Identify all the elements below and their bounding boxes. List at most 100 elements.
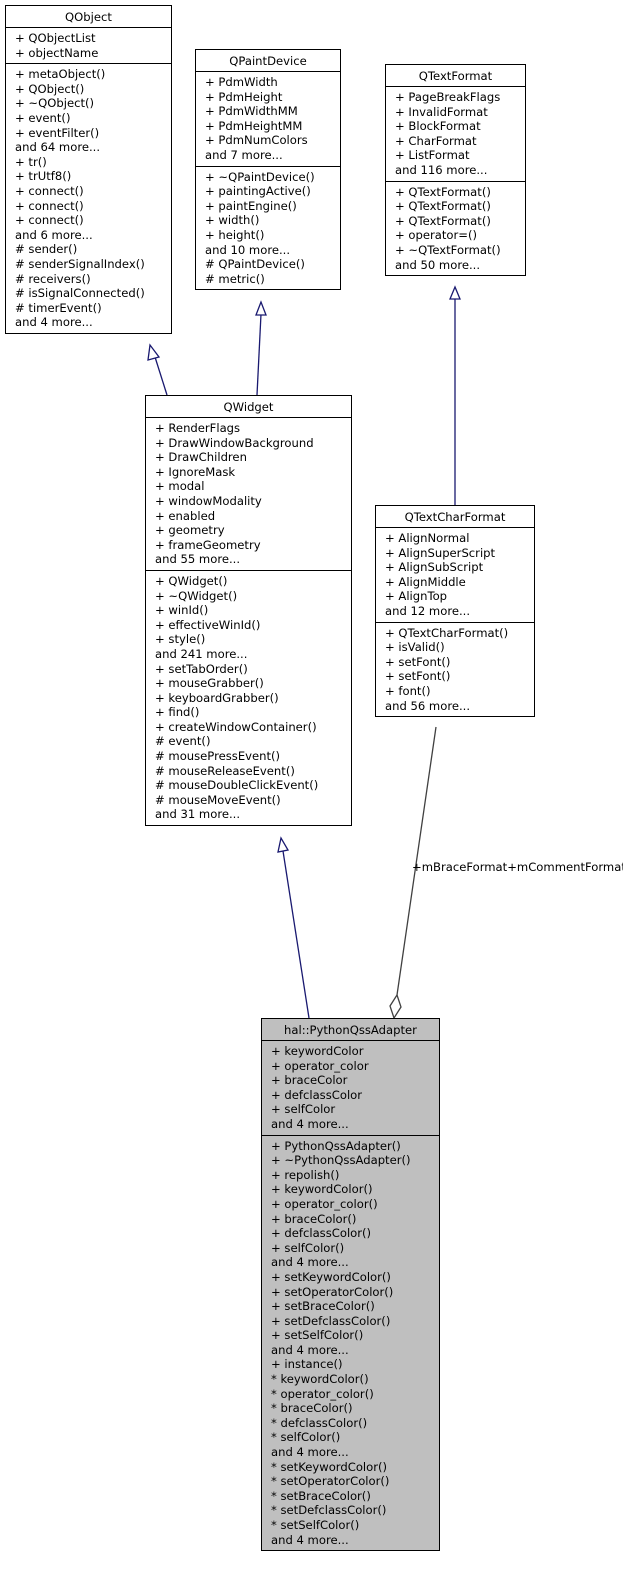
methods-section: + QWidget() + ~QWidget() + winId() + effect… (146, 569, 351, 825)
member-entry: + operator_color() (271, 1196, 378, 1211)
member-entry: + instance() (271, 1357, 343, 1372)
more-members-note: and 50 more... (395, 257, 481, 272)
class-pythonqssadapter[interactable]: hal::PythonQssAdapter + keywordColor + op… (261, 1018, 440, 1552)
member-entry: + selfColor() (271, 1240, 345, 1255)
more-members-note: and 64 more... (15, 140, 101, 155)
member-entry: # senderSignalIndex() (15, 256, 145, 271)
member-entry: + ~QWidget() (155, 588, 238, 603)
member-entry: + setSelfColor() (271, 1328, 364, 1343)
more-members-note: and 4 more... (271, 1116, 349, 1131)
member-entry: + metaObject() (15, 67, 106, 82)
member-entry: + ~QPaintDevice() (205, 169, 315, 184)
member-entry: + event() (15, 110, 71, 125)
class-title: QTextCharFormat (376, 506, 534, 528)
member-entry: + geometry (155, 523, 225, 538)
member-entry: + RenderFlags (155, 421, 241, 435)
member-entry: + windowModality (155, 493, 262, 508)
member-entry: + connect() (15, 213, 84, 228)
member-entry: + tr() (15, 154, 47, 169)
inheritance-arrowhead-qpaintdevice (255, 300, 267, 316)
member-entry: + PageBreakFlags (395, 90, 501, 104)
member-entry: + AlignSuperScript (385, 545, 496, 560)
member-entry: # mouseDoubleClickEvent() (155, 778, 319, 793)
member-entry: + braceColor (271, 1073, 348, 1088)
member-entry: + setFont() (385, 654, 451, 669)
member-entry: + setTabOrder() (155, 661, 248, 676)
member-entry: + ListFormat (395, 148, 470, 163)
member-entry: + setKeywordColor() (271, 1269, 391, 1284)
aggregation-edge-labels: +mBraceFormat+mCommentFormat+mDefclassFo… (412, 860, 623, 875)
member-entry: + defclassColor() (271, 1226, 372, 1241)
member-entry: # mouseMoveEvent() (155, 792, 281, 807)
member-entry: * defclassColor() (271, 1415, 368, 1430)
member-entry: + repolish() (271, 1167, 340, 1182)
member-entry: * setSelfColor() (271, 1518, 360, 1532)
member-entry: + paintEngine() (205, 198, 297, 213)
member-entry: * setKeywordColor() (271, 1459, 388, 1474)
member-entry: + style() (155, 632, 206, 647)
member-entry: + DrawWindowBackground (155, 435, 314, 450)
member-entry: + PdmWidthMM (205, 104, 298, 119)
member-entry: + createWindowContainer() (155, 719, 317, 734)
member-entry: + paintingActive() (205, 184, 311, 199)
member-entry: + isValid() (385, 640, 445, 655)
member-entry: * setDefclassColor() (271, 1503, 387, 1518)
member-entry: + connect() (15, 198, 84, 213)
methods-section: + PythonQssAdapter() + ~PythonQssAdapter(… (262, 1134, 439, 1551)
member-entry: + QTextFormat() (395, 199, 491, 214)
member-entry: + PdmNumColors (205, 133, 308, 148)
member-entry: + PdmHeightMM (205, 118, 303, 133)
member-entry: * setBraceColor() (271, 1488, 371, 1503)
member-entry: +mCommentFormat (507, 860, 623, 874)
member-entry: + QObjectList (15, 31, 96, 45)
member-entry: + keywordColor (271, 1044, 364, 1058)
member-entry: # metric() (205, 271, 265, 286)
member-entry: # sender() (15, 242, 78, 257)
member-entry: # timerEvent() (15, 300, 102, 315)
aggregation-diamond (389, 993, 402, 1020)
member-entry: # mousePressEvent() (155, 749, 281, 764)
more-members-note: and 4 more... (271, 1445, 349, 1460)
more-members-note: and 4 more... (15, 315, 93, 330)
member-entry: + QTextFormat() (395, 184, 491, 199)
attributes-section: + AlignNormal + AlignSuperScript + AlignSu… (376, 528, 534, 622)
member-entry: + PdmWidth (205, 75, 278, 89)
member-entry: * operator_color() (271, 1386, 374, 1401)
more-members-note: and 4 more... (271, 1255, 349, 1270)
class-qtextcharformat[interactable]: QTextCharFormat + AlignNormal + AlignSupe… (375, 505, 535, 718)
member-entry: + operator=() (395, 228, 478, 243)
member-entry: + PythonQssAdapter() (271, 1138, 401, 1153)
inheritance-edge-adapter-qwidget (282, 850, 310, 1019)
methods-section: + QTextFormat() + QTextFormat() + QTextFor… (386, 180, 525, 276)
member-entry: + AlignMiddle (385, 574, 466, 589)
member-entry: + enabled (155, 508, 216, 523)
class-title: QWidget (146, 396, 351, 418)
member-entry: + AlignSubScript (385, 560, 484, 575)
member-entry: + ~PythonQssAdapter() (271, 1153, 411, 1168)
attributes-section: + PageBreakFlags + InvalidFormat + BlockFo… (386, 87, 525, 181)
member-entry: * setOperatorColor() (271, 1474, 390, 1489)
member-entry: + objectName (15, 45, 99, 60)
member-entry: + modal (155, 479, 205, 494)
member-entry: + selfColor (271, 1102, 336, 1117)
member-entry: + ~QTextFormat() (395, 242, 501, 257)
class-qpaintdevice[interactable]: QPaintDevice + PdmWidth + PdmHeight + PdmW… (195, 49, 341, 291)
more-members-note: and 4 more... (271, 1532, 349, 1547)
more-members-note: and 10 more... (205, 242, 291, 257)
member-entry: # event() (155, 734, 211, 749)
member-entry: + connect() (15, 183, 84, 198)
class-qwidget[interactable]: QWidget + RenderFlags + DrawWindowBackgro… (145, 395, 352, 827)
member-entry: + width() (205, 213, 260, 228)
member-entry: + keywordColor() (271, 1182, 373, 1197)
member-entry: + QTextFormat() (395, 213, 491, 228)
member-entry: + setFont() (385, 669, 451, 684)
class-qobject[interactable]: QObject + QObjectList + objectName + meta… (5, 5, 172, 334)
attributes-section: + keywordColor + operator_color + braceCol… (262, 1041, 439, 1135)
member-entry: + DrawChildren (155, 450, 247, 465)
methods-section: + ~QPaintDevice() + paintingActive() + pai… (196, 165, 340, 290)
class-title: QObject (6, 6, 171, 28)
attributes-section: + QObjectList + objectName (6, 28, 171, 63)
class-qtextformat[interactable]: QTextFormat + PageBreakFlags + InvalidFor… (385, 64, 526, 277)
member-entry: + defclassColor (271, 1087, 363, 1102)
member-entry: + QTextCharFormat() (385, 625, 509, 640)
